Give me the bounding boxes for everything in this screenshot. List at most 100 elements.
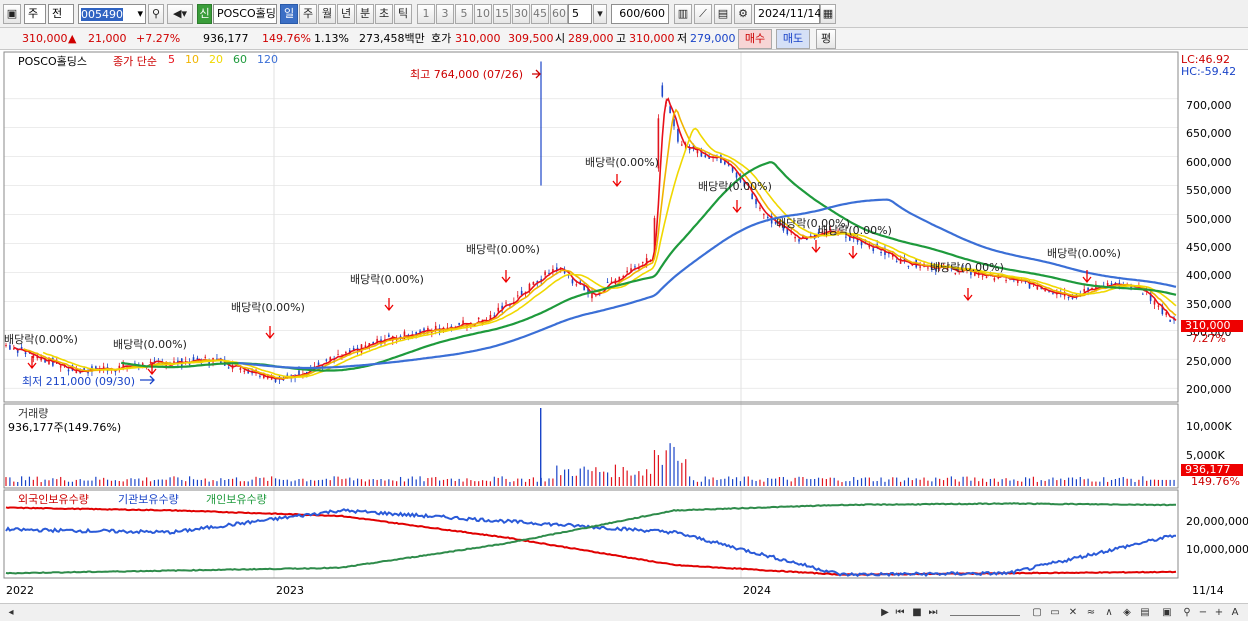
volume-bar: [591, 471, 593, 486]
volume-bar: [212, 480, 214, 486]
rewind-icon[interactable]: ⏮: [893, 606, 907, 620]
volume-bar: [630, 475, 632, 486]
dividend-label: 배당락(0.00%): [350, 273, 424, 286]
tool-icon[interactable]: ∧: [1102, 606, 1116, 620]
gear-icon[interactable]: ⚙: [734, 4, 752, 24]
volume-bar: [673, 446, 675, 486]
interval-button[interactable]: 10: [474, 4, 492, 24]
stock-chart[interactable]: [0, 50, 1248, 604]
volume-bar: [458, 478, 460, 486]
volume-bar: [396, 481, 398, 486]
x-label-2022: 2022: [6, 584, 34, 597]
interval-button[interactable]: 45: [531, 4, 549, 24]
quote-bar: 310,000 ▲ 21,000 +7.27% 936,177 149.76% …: [0, 28, 1248, 50]
zoom-in-icon[interactable]: +: [1212, 606, 1226, 620]
tool-icon[interactable]: ✕: [1066, 606, 1080, 620]
search-icon[interactable]: ⚲: [148, 4, 164, 24]
period-tab[interactable]: 틱: [394, 4, 412, 24]
stop-icon[interactable]: ■: [910, 606, 924, 620]
institution-label: 기관보유수량: [118, 493, 179, 506]
tool-icon[interactable]: ▣: [1160, 606, 1174, 620]
code-text: 005490: [81, 8, 123, 21]
type-select[interactable]: 주: [24, 4, 46, 24]
tool-icon[interactable]: ▢: [1030, 606, 1044, 620]
save-icon[interactable]: ▤: [714, 4, 732, 24]
play-icon[interactable]: ▶: [878, 606, 892, 620]
fast-forward-icon[interactable]: ⏭: [926, 606, 940, 620]
sound-icon[interactable]: ◀▾: [167, 4, 193, 24]
volume-bar: [880, 477, 882, 486]
candle-body: [1141, 293, 1144, 295]
interval-button[interactable]: 3: [436, 4, 454, 24]
volume-bar: [665, 450, 667, 486]
volume-bar: [802, 477, 804, 486]
count-field[interactable]: 600/600: [611, 4, 669, 24]
volume-bar: [40, 482, 42, 486]
draw-icon[interactable]: ⟋: [694, 4, 712, 24]
volume-ratio: 149.76%: [262, 32, 311, 45]
last-pct: 7.27%: [1191, 332, 1226, 345]
zoom-slider[interactable]: [950, 606, 1020, 616]
volume-bar: [181, 479, 183, 486]
volume-bar: [200, 479, 202, 486]
period-tab[interactable]: 초: [375, 4, 393, 24]
n-select[interactable]: 5: [568, 4, 592, 24]
zoom-icon[interactable]: ⚲: [1180, 606, 1194, 620]
volume-bar: [67, 481, 70, 486]
interval-button[interactable]: 30: [512, 4, 530, 24]
candle-body: [24, 352, 27, 355]
code-input[interactable]: 005490 ▾: [78, 4, 146, 24]
dividend-label: 배당락(0.00%): [818, 224, 892, 237]
calendar-icon[interactable]: ▦: [820, 4, 836, 24]
volume-bar: [1138, 479, 1140, 486]
dividend-label: 배당락(0.00%): [231, 301, 305, 314]
candle-body: [766, 216, 769, 219]
volume-bar: [1146, 480, 1148, 486]
period-tab[interactable]: 년: [337, 4, 355, 24]
tool-icon[interactable]: ▭: [1048, 606, 1062, 620]
volume-bar: [860, 478, 863, 486]
candle-body: [477, 317, 480, 320]
period-tab[interactable]: 월: [318, 4, 336, 24]
volume-bar: [290, 481, 292, 486]
tool-icon[interactable]: ◈: [1120, 606, 1134, 620]
volume-bar: [228, 479, 230, 486]
interval-button[interactable]: 5: [455, 4, 473, 24]
buy-button[interactable]: 매수: [738, 29, 772, 49]
volume-bar: [837, 480, 839, 486]
period-tab[interactable]: 주: [299, 4, 317, 24]
volume-bar: [771, 478, 773, 486]
date-field[interactable]: 2024/11/14: [754, 4, 821, 24]
candle-icon[interactable]: ▥: [674, 4, 692, 24]
eval-button[interactable]: 평: [816, 29, 836, 49]
tool-icon[interactable]: ▤: [1138, 606, 1152, 620]
volume-bar: [1013, 479, 1015, 486]
prev-select[interactable]: 전: [48, 4, 74, 24]
price-tick: 200,000: [1186, 383, 1232, 396]
volume-bar: [884, 481, 886, 486]
interval-button[interactable]: 1: [417, 4, 435, 24]
chevron-down-icon[interactable]: ▾: [593, 4, 607, 24]
period-tab[interactable]: 일: [280, 4, 298, 24]
legend-stock: POSCO홀딩스: [18, 55, 87, 68]
window-menu-icon[interactable]: ▣: [3, 4, 21, 24]
candle-body: [661, 85, 664, 97]
zoom-out-icon[interactable]: −: [1196, 606, 1210, 620]
volume-bar: [411, 476, 413, 486]
scroll-left-icon[interactable]: ◂: [4, 606, 18, 620]
chart-scrollbar[interactable]: ◂ ▶ ⏮ ■ ⏭ ▢ ▭ ✕ ≈ ∧ ◈ ▤ ▣ ⚲ − + A: [0, 603, 1248, 621]
volume-bar: [927, 480, 929, 486]
interval-button[interactable]: 15: [493, 4, 511, 24]
volume-bar: [1024, 477, 1027, 486]
volume-bar: [1052, 477, 1054, 486]
font-icon[interactable]: A: [1228, 606, 1242, 620]
interval-button[interactable]: 60: [550, 4, 568, 24]
volume-bar: [767, 478, 769, 486]
price-tick: 650,000: [1186, 127, 1232, 141]
candle-body: [149, 361, 152, 363]
sell-button[interactable]: 매도: [776, 29, 810, 49]
tool-icon[interactable]: ≈: [1084, 606, 1098, 620]
period-tab[interactable]: 분: [356, 4, 374, 24]
low-price: 279,000: [690, 32, 736, 45]
ask-price: 310,000: [455, 32, 501, 45]
